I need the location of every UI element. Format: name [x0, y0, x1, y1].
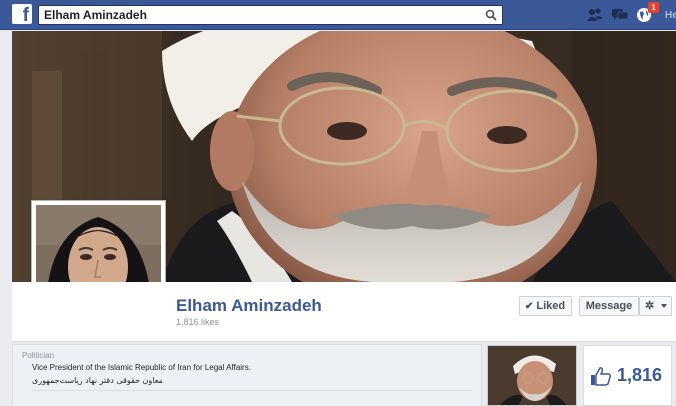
notification-badge: 1 — [648, 2, 659, 13]
check-icon: ✔ — [525, 301, 534, 312]
liked-button-label: Liked — [536, 300, 566, 312]
home-link[interactable]: He — [665, 10, 676, 21]
messages-icon[interactable] — [611, 6, 629, 24]
about-divider — [32, 390, 472, 391]
message-button-label: Message — [585, 300, 633, 312]
photos-thumbnail[interactable] — [487, 345, 577, 406]
thumbs-up-icon — [591, 367, 612, 386]
liked-button[interactable]: ✔ Liked — [519, 296, 572, 316]
facebook-logo[interactable]: f — [12, 4, 32, 24]
about-box — [12, 344, 482, 406]
search-input-value: Elham Aminzadeh — [44, 8, 147, 22]
page-description-persian: معاون حقوقی دفتر نهاد ریاست‌جمهوری — [32, 376, 163, 385]
friend-requests-icon[interactable] — [586, 6, 604, 24]
likes-count: 1,816 — [617, 365, 663, 385]
page-description: Vice President of the Islamic Republic o… — [32, 363, 251, 372]
page-category[interactable]: Politician — [22, 351, 54, 360]
gear-icon: ✲ — [645, 300, 655, 312]
top-navigation-bar: f Elham Aminzadeh 1 He — [0, 0, 676, 30]
search-icon[interactable] — [485, 9, 497, 21]
page-title[interactable]: Elham Aminzadeh — [176, 296, 322, 316]
search-input[interactable]: Elham Aminzadeh — [38, 5, 503, 25]
page-header-band — [12, 282, 676, 342]
page-options-button[interactable]: ✲ — [639, 296, 672, 316]
chevron-down-icon — [661, 304, 667, 308]
likes-subtitle: 1,816 likes — [176, 317, 220, 327]
message-button[interactable]: Message — [579, 296, 639, 316]
